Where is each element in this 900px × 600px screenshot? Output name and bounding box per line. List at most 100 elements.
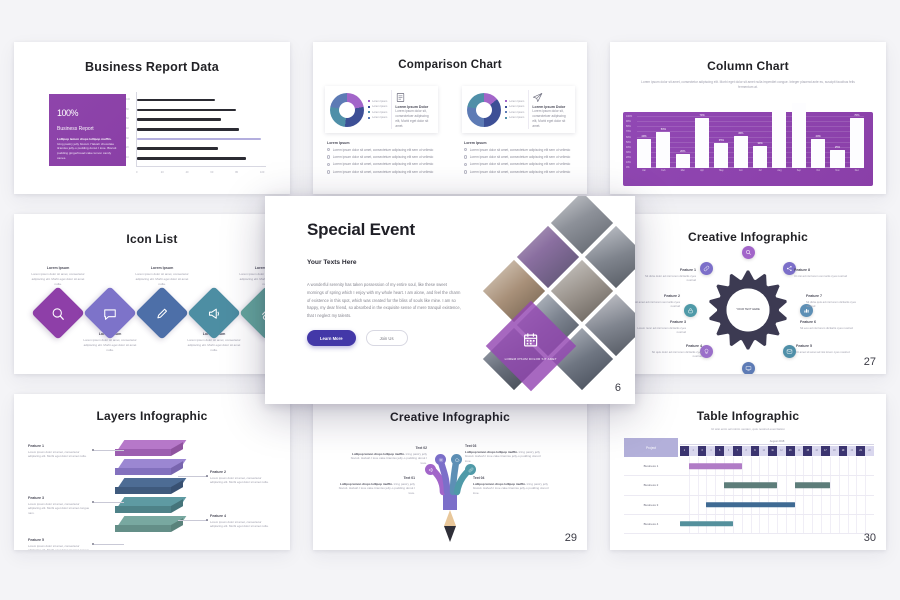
slide-column-chart[interactable]: Column Chart Lorem ipsum dolor sit amet,… <box>610 42 886 194</box>
list-item: Lorem ipsum dolor sit amet, consectetuer… <box>327 148 436 153</box>
day-cell: 8 <box>741 446 751 456</box>
day-cell: 20 <box>847 446 857 456</box>
bar-value-label: 70% <box>854 113 860 117</box>
special-event-modal[interactable]: Special Event Your Texts Here A wonderfu… <box>265 196 635 404</box>
y-tick-label: 70% <box>626 130 631 134</box>
x-tick-label: Oct <box>816 169 820 172</box>
caption-text: Lollipop lemon drops lollipop muffin. Ic… <box>338 481 415 496</box>
document-icon <box>395 90 406 103</box>
y-tick-label: 100 <box>126 97 130 101</box>
row-track <box>680 514 874 533</box>
y-tick-label: 50% <box>626 140 631 144</box>
feature-text: Lorem ipsum dolor sit amet, consectetur … <box>28 501 90 515</box>
slide-table-infographic[interactable]: Table Infographic Ut wisi enim ad minim … <box>610 394 886 550</box>
connector-line <box>178 520 208 521</box>
slide-comparison-chart[interactable]: Comparison Chart Lorem Ipsum Lorem Ipsum L… <box>313 42 587 194</box>
day-cell: 22 <box>865 446 874 456</box>
pencil-caption: Text 01 Lollipop lemon drops lollipop muf… <box>335 476 415 496</box>
caption-label: Text 02 <box>415 446 427 450</box>
monitor-icon-node[interactable] <box>741 361 755 374</box>
legend-swatch <box>368 111 371 114</box>
search-icon <box>745 249 751 255</box>
slide-business-report[interactable]: Business Report Data 100% Business Repor… <box>14 42 290 194</box>
feature-label: Feature 1 <box>28 444 44 448</box>
y-tick-label: 30% <box>626 150 631 154</box>
check-circle-icon <box>464 162 468 167</box>
comparison-columns: Lorem Ipsum Lorem Ipsum Lorem Ipsum Lorem I… <box>313 86 587 175</box>
day-cell: 15 <box>803 446 813 456</box>
side-text: Lorem ipsum dolor sit, consectetuer adip… <box>532 109 566 128</box>
list-title: Lorem Ipsum <box>327 141 350 145</box>
bar-column: 40% Jan <box>637 135 652 172</box>
join-us-button[interactable]: Join Us <box>365 330 408 346</box>
caption-label: Text 03 <box>465 444 477 448</box>
highlight-card: 100% Business Report Lollipop lemon drop… <box>49 94 126 166</box>
event-caption: LOREM IPSUM DOLOR SIT AMET <box>504 356 558 361</box>
caption-text: Lollipop lemon drops lollipop muffin. Ic… <box>465 449 542 464</box>
item-caption: Lorem Ipsum Lorem ipsum dolor sit amet, c… <box>28 266 88 286</box>
bar <box>675 153 690 168</box>
magnifier-icon-tile[interactable] <box>31 286 85 340</box>
card-body-bold: Lollipop lemon drops lollipop muffin. <box>57 137 112 141</box>
pencil-icon-tile[interactable] <box>135 286 189 340</box>
gantt-row: Business 4 <box>624 514 874 534</box>
icon-list-items: Lorem Ipsum Lorem ipsum dolor sit amet, c… <box>24 266 290 371</box>
connector-dot <box>206 475 209 478</box>
cloud-icon <box>454 457 459 461</box>
connector-line <box>94 450 124 451</box>
x-axis-line <box>136 166 266 167</box>
gear-icon-node[interactable] <box>435 454 446 465</box>
link-icon-node[interactable] <box>465 464 476 475</box>
bar-value-label: 40% <box>815 135 821 139</box>
grid-column <box>715 476 716 495</box>
slide-creative-gear[interactable]: Creative Infographic YOUR TEXT HERE Feat… <box>610 214 886 374</box>
feature-text: Lorem nunc ad nisi lorem dictiariis cyes… <box>637 325 686 334</box>
day-cell: 18 <box>829 446 839 456</box>
slide-layers-infographic[interactable]: Layers Infographic Feature 1 Lorem ipsum … <box>14 394 290 550</box>
day-columns: 1 2 3 4 5 6 7 8 9 10 11 12 13 14 15 16 17 18 19 20 21 22 <box>680 446 874 456</box>
search-icon-node[interactable] <box>741 245 755 259</box>
grid-column <box>777 457 778 476</box>
card-body-text: Icing pastry jelly biscuit. Halvah choco… <box>57 141 117 160</box>
feature-block: Feature 8 Ut nisi ad nisi lorem ven tarii… <box>794 268 852 278</box>
feature-text: Sit dicta dolor ad nisi lorem dictiariis… <box>645 273 696 282</box>
x-tick-label: 100 <box>260 171 265 174</box>
list-item: Lorem ipsum dolor sit amet, consectetuer… <box>464 162 573 167</box>
bar <box>137 98 216 102</box>
learn-more-button[interactable]: Learn More <box>307 330 356 346</box>
page-title: Creative Infographic <box>687 230 809 244</box>
row-track <box>680 457 874 476</box>
mail-icon-node[interactable] <box>782 344 796 358</box>
bar-value-label: 20% <box>680 149 686 153</box>
photo-collage: LOREM IPSUM DOLOR SIT AMET <box>447 196 635 404</box>
bar-column: 20% Mar <box>675 149 690 172</box>
slide-icon-list[interactable]: Icon List Lorem Ipsum Lorem ipsum dolor s… <box>14 214 290 374</box>
calendar-icon <box>524 332 538 347</box>
bar-column: 80% Aug <box>772 106 787 172</box>
cloud-icon-node[interactable] <box>451 454 462 465</box>
grid-column <box>697 476 699 495</box>
slide-creative-pencil[interactable]: Creative Infographic Text 01 Lollipop lem… <box>313 394 587 550</box>
feature-block: Feature 4 Sit quis dolor ad nisi lorem di… <box>644 344 702 358</box>
y-tick-label: 60% <box>626 135 631 139</box>
bar <box>714 142 729 168</box>
bar <box>772 110 787 168</box>
day-cell: 21 <box>856 446 866 456</box>
grid-column <box>777 476 778 495</box>
layer-caption: Feature 4 Lorem ipsum dolor sit amet, con… <box>210 514 272 529</box>
feature-label: Feature 2 <box>210 470 226 474</box>
feature-text: Lorem ipsum dolor sit amet, consectetur … <box>210 519 269 529</box>
gantt-row: Business 2 <box>624 476 874 496</box>
bulb-icon-node[interactable] <box>700 344 714 358</box>
lock-icon-node[interactable] <box>683 303 697 317</box>
page-title: Comparison Chart <box>398 59 502 71</box>
legend-label: Lorem Ipsum <box>509 99 525 103</box>
grid-column <box>785 457 787 476</box>
gantt-bar <box>724 482 777 489</box>
bar-value-label: 50% <box>660 128 666 131</box>
feature-label: Feature 6 <box>800 320 816 324</box>
legend-item: Lorem Ipsum <box>505 105 524 108</box>
grid-column <box>838 514 840 533</box>
grid-column <box>759 514 760 533</box>
legend-swatch <box>505 111 508 114</box>
